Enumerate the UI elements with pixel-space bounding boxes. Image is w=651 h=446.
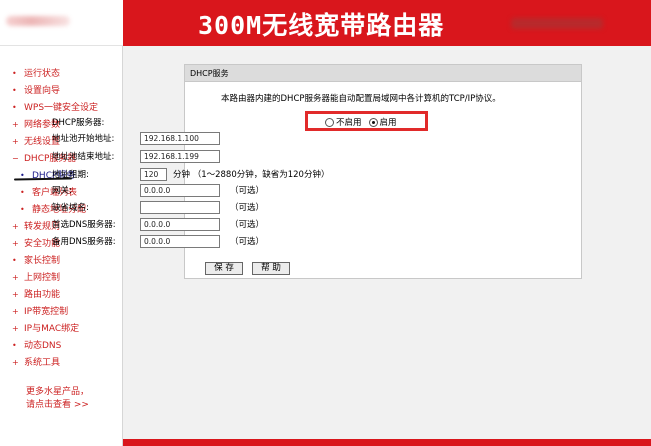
- bullet-icon: •: [12, 256, 17, 265]
- dns2-input[interactable]: [140, 234, 220, 248]
- bullet-icon: •: [20, 188, 25, 197]
- domain-optional: （可选）: [230, 203, 265, 213]
- sidebar-item-label: 家长控制: [24, 256, 61, 266]
- sidebar-item-label: 动态DNS: [24, 341, 62, 351]
- panel-title: DHCP服务: [190, 69, 229, 78]
- sidebar-item-label: 运行状态: [24, 69, 61, 79]
- panel-header: DHCP服务: [185, 65, 581, 82]
- sidebar-item-11[interactable]: • 家长控制: [12, 252, 98, 269]
- dns1-label: 首选DNS服务器:: [52, 220, 116, 230]
- dns2-label: 备用DNS服务器:: [52, 237, 116, 247]
- sidebar-item-label: WPS一键安全设定: [24, 103, 99, 113]
- sidebar-item-label: 路由功能: [24, 290, 61, 300]
- sidebar-item-label: 设置向导: [24, 86, 61, 96]
- bullet-icon: •: [12, 103, 17, 112]
- lease-note: 分钟 （1～2880分钟，缺省为120分钟）: [173, 170, 330, 180]
- more-products-link[interactable]: 更多水星产品， 请点击查看 >>: [26, 386, 89, 412]
- bullet-icon: +: [12, 222, 19, 231]
- model-name-blurred: [511, 18, 603, 29]
- sidebar-item-12[interactable]: + 上网控制: [12, 269, 98, 286]
- gateway-optional: （可选）: [230, 186, 265, 196]
- sidebar-item-15[interactable]: + IP与MAC绑定: [12, 320, 98, 337]
- dns1-optional: （可选）: [230, 220, 265, 230]
- bullet-icon: •: [20, 205, 25, 214]
- bullet-icon: +: [12, 307, 19, 316]
- save-button[interactable]: 保 存: [205, 262, 243, 275]
- lease-label: 地址租期:: [52, 170, 89, 180]
- sidebar-item-1[interactable]: • 设置向导: [12, 82, 98, 99]
- bullet-icon: +: [12, 324, 19, 333]
- bullet-icon: +: [12, 137, 19, 146]
- gateway-label: 网关:: [52, 186, 72, 196]
- radio-enable[interactable]: [368, 117, 378, 127]
- page-title: 300M无线宽带路由器: [198, 11, 445, 40]
- start-address-label: 地址池开始地址:: [52, 134, 115, 144]
- bullet-icon: +: [12, 273, 19, 282]
- bullet-icon: +: [12, 120, 19, 129]
- end-address-row: 地址池结束地址:: [52, 148, 220, 164]
- dns1-row: 首选DNS服务器: （可选）: [52, 216, 264, 232]
- domain-row: 缺省域名: （可选）: [52, 199, 264, 215]
- lease-row: 地址租期: 分钟 （1～2880分钟，缺省为120分钟）: [52, 166, 329, 182]
- dns1-input[interactable]: [140, 217, 220, 231]
- dhcp-server-label: DHCP服务器:: [52, 118, 105, 128]
- sidebar-item-14[interactable]: + IP带宽控制: [12, 303, 98, 320]
- sidebar-item-13[interactable]: + 路由功能: [12, 286, 98, 303]
- intro-text: 本路由器内建的DHCP服务器能自动配置局域网中各计算机的TCP/IP协议。: [221, 94, 501, 104]
- bullet-icon: +: [12, 358, 19, 367]
- radio-disable[interactable]: [325, 117, 334, 127]
- dhcp-server-row: DHCP服务器:: [52, 114, 140, 130]
- more-products-line2: 请点击查看 >>: [26, 400, 89, 410]
- sidebar-item-label: 系统工具: [24, 358, 61, 368]
- sidebar-item-0[interactable]: • 运行状态: [12, 65, 98, 82]
- header: 300M无线宽带路由器: [0, 0, 651, 46]
- more-products-line1: 更多水星产品，: [26, 387, 90, 397]
- sidebar-item-label: 上网控制: [24, 273, 61, 283]
- domain-input[interactable]: [140, 200, 220, 214]
- bullet-icon: +: [12, 290, 19, 299]
- help-button[interactable]: 帮 助: [252, 262, 290, 275]
- domain-label: 缺省域名:: [52, 203, 89, 213]
- start-address-input[interactable]: [140, 131, 220, 145]
- bullet-icon: +: [12, 239, 19, 248]
- bullet-icon: •: [12, 86, 17, 95]
- dns2-optional: （可选）: [230, 237, 265, 247]
- lease-input[interactable]: [140, 167, 167, 181]
- sidebar-item-label: IP与MAC绑定: [24, 324, 80, 334]
- title-banner: 300M无线宽带路由器: [123, 0, 651, 46]
- logo-area: [0, 0, 123, 46]
- sidebar-item-16[interactable]: • 动态DNS: [12, 337, 98, 354]
- end-address-label: 地址池结束地址:: [52, 152, 115, 162]
- end-address-input[interactable]: [140, 149, 220, 163]
- dns2-row: 备用DNS服务器: （可选）: [52, 233, 264, 249]
- dhcp-radio-group: 不启用 启用: [325, 116, 397, 128]
- radio-disable-label: 不启用: [336, 118, 362, 128]
- radio-enable-label: 启用: [379, 118, 397, 128]
- logo: [6, 16, 70, 26]
- sidebar-item-label: IP带宽控制: [24, 307, 69, 317]
- bullet-icon: •: [12, 69, 17, 78]
- bullet-icon: •: [20, 171, 25, 180]
- footer-bar: [123, 439, 651, 446]
- gateway-row: 网关: （可选）: [52, 182, 264, 198]
- gateway-input[interactable]: [140, 183, 220, 197]
- bullet-icon: −: [12, 154, 19, 163]
- bullet-icon: •: [12, 341, 17, 350]
- sidebar-item-17[interactable]: + 系统工具: [12, 354, 98, 371]
- start-address-row: 地址池开始地址:: [52, 130, 220, 146]
